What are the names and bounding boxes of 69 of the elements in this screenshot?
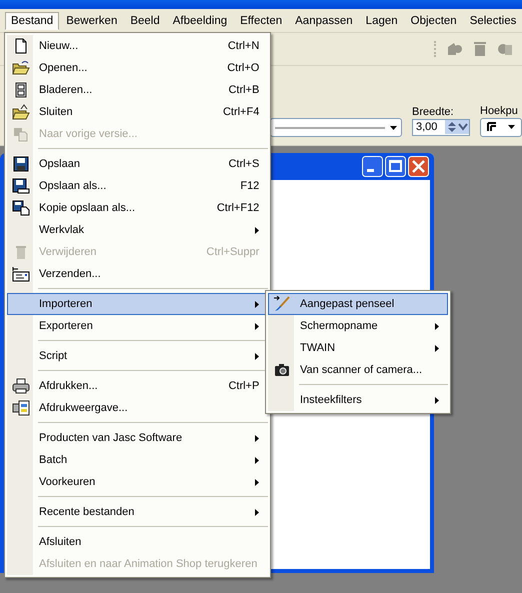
menu-item[interactable]: Verzenden... (7, 263, 268, 285)
paintbrush-icon (273, 296, 291, 312)
menu-item[interactable]: Kopie opslaan als... Ctrl+F12 (7, 197, 268, 219)
cabinet-icon (13, 82, 29, 98)
menu-item[interactable]: Opslaan als... F12 (7, 175, 268, 197)
menu-tab[interactable]: Objecten (404, 12, 463, 30)
shapes-icon[interactable] (496, 41, 514, 57)
blank-page-icon (13, 38, 29, 54)
menu-tab[interactable]: Bestand (5, 12, 60, 30)
submenu-arrow-icon (255, 478, 260, 486)
floppy-disk-icon (12, 178, 30, 194)
width-field[interactable]: 3,00 (412, 118, 470, 136)
menu-item[interactable]: Insteekfilters (268, 389, 448, 411)
submenu-arrow-icon (255, 508, 260, 516)
trash-can-icon (13, 244, 29, 260)
close-icon[interactable] (408, 156, 429, 177)
menu-item[interactable]: Nieuw... Ctrl+N (7, 35, 268, 57)
folder-arrow-icon (12, 104, 30, 120)
submenu-arrow-icon (435, 344, 439, 352)
dropdown-caret-icon (390, 126, 397, 130)
menu-item[interactable]: Voorkeuren (7, 471, 268, 493)
card-arrow-icon (12, 266, 30, 282)
menu-item[interactable]: Exporteren (7, 315, 268, 337)
menu-tab[interactable]: Aanpassen (289, 12, 359, 30)
menu-item[interactable]: Aangepast penseel (268, 293, 448, 315)
submenu-arrow-icon (255, 226, 260, 234)
corner-label: Hoekpu (480, 104, 519, 116)
menu-item[interactable]: Afsluiten (7, 531, 268, 553)
dropdown-caret-icon (508, 125, 516, 129)
shapes-icon[interactable] (446, 41, 464, 57)
menu-item[interactable]: Openen... Ctrl+O (7, 57, 268, 79)
menu-item[interactable]: Schermopname (268, 315, 448, 337)
width-label: Breedte: (412, 106, 455, 118)
menu-item[interactable]: Producten van Jasc Software (7, 427, 268, 449)
trash-can-icon[interactable] (473, 41, 487, 57)
menu-tab[interactable]: Lagen (360, 12, 404, 30)
printer-icon (12, 378, 30, 394)
submenu-arrow-icon (255, 352, 260, 360)
submenu-arrow-icon (255, 434, 260, 442)
menu-tab[interactable]: Bewerken (60, 12, 124, 30)
floppy-copy-icon (12, 200, 30, 216)
menu-item[interactable]: Sluiten Ctrl+F4 (7, 101, 268, 123)
camera-icon (274, 363, 290, 377)
menu-item[interactable]: Recente bestanden (7, 501, 268, 523)
line-style-dropdown[interactable] (270, 118, 402, 137)
menu-item[interactable]: Batch (7, 449, 268, 471)
page-icon (13, 126, 29, 142)
folder-icon (12, 60, 30, 76)
menu-item[interactable]: Script (7, 345, 268, 367)
submenu-arrow-icon (435, 396, 439, 404)
corner-style-icon (486, 122, 497, 132)
menu-item[interactable]: Bladeren... Ctrl+B (7, 79, 268, 101)
menu-tab[interactable]: Effecten (234, 12, 288, 30)
menu-item[interactable]: Opslaan Ctrl+S (7, 153, 268, 175)
menu-item[interactable]: Van scanner of camera... (268, 359, 448, 381)
menu-item[interactable]: Werkvlak (7, 219, 268, 241)
print-preview-icon (12, 400, 30, 416)
menu-tab[interactable]: Selecties (464, 12, 522, 30)
menu-item[interactable]: TWAIN (268, 337, 448, 359)
menu-tab[interactable]: Beeld (124, 12, 166, 30)
submenu-arrow-icon (255, 300, 260, 308)
spinner-icon[interactable] (445, 120, 469, 134)
submenu-arrow-icon (255, 456, 260, 464)
submenu-arrow-icon (255, 322, 260, 330)
minimize-icon[interactable] (362, 156, 383, 177)
submenu-arrow-icon (435, 322, 439, 330)
corner-dropdown[interactable] (480, 118, 522, 136)
menu-tab[interactable]: Afbeelding (166, 12, 234, 30)
maximize-icon[interactable] (385, 156, 406, 177)
